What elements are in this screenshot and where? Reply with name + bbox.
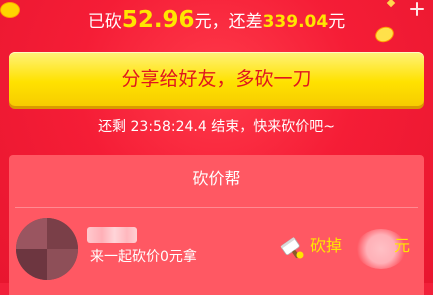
- remaining-amount: 339.04: [262, 12, 329, 32]
- bargain-progress: 已砍52.96元，还差339.04元: [0, 3, 433, 43]
- progress-prefix: 已砍: [87, 12, 122, 32]
- cleaver-knife-icon: [280, 237, 304, 259]
- cut-amount: 52.96: [121, 7, 195, 33]
- divider: [15, 207, 418, 208]
- share-to-friends-button[interactable]: 分享给好友，多砍一刀: [9, 52, 424, 106]
- countdown-text: 还剩 23:58:24.4 结束，快来砍价吧~: [98, 119, 335, 135]
- cut-unit: 元: [394, 236, 411, 255]
- helpers-title: 砍价帮: [192, 169, 241, 188]
- progress-mid: 元，还差: [194, 12, 263, 32]
- bargain-page: 已砍52.96元，还差339.04元 分享给好友，多砍一刀 还剩 23:58:2…: [0, 0, 433, 295]
- helper-name-blurred: [87, 227, 137, 243]
- avatar: [16, 218, 78, 280]
- cut-label: 砍掉: [310, 236, 343, 255]
- helper-description: 来一起砍价0元拿: [90, 249, 197, 265]
- progress-suffix: 元: [328, 12, 346, 32]
- bargain-helpers-card: 砍价帮 来一起砍价0元拿 砍掉 元: [9, 155, 424, 295]
